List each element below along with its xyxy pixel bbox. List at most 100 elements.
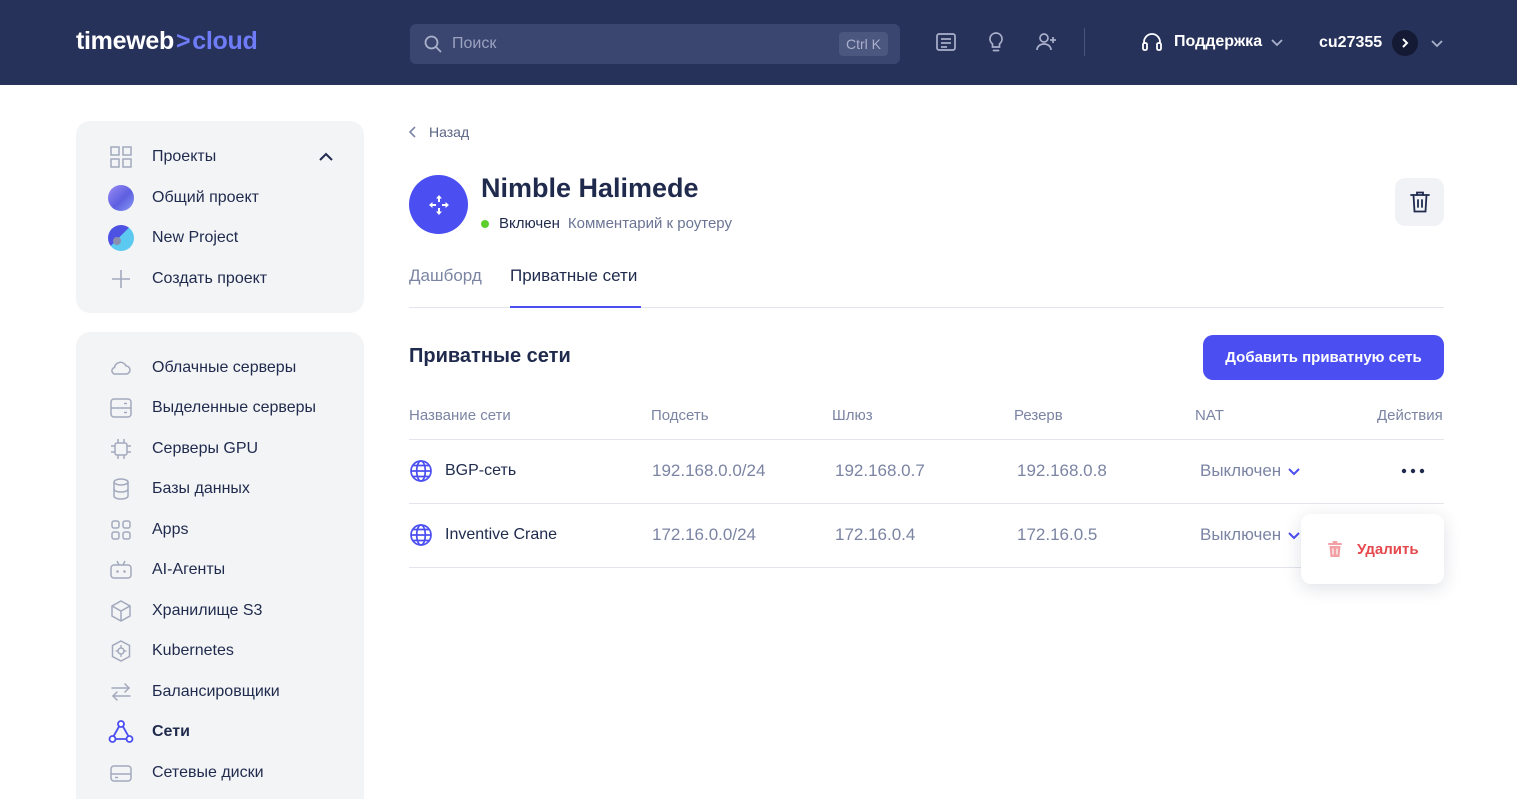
more-dots-icon — [1401, 468, 1425, 474]
sidebar-item-label: Apps — [152, 521, 189, 538]
sidebar-item-label: Балансировщики — [152, 683, 280, 700]
sidebar-item-network-disks[interactable]: Сетевые диски — [108, 760, 264, 786]
news-icon[interactable] — [934, 30, 958, 54]
column-header: Шлюз — [832, 407, 873, 424]
cube-icon — [108, 598, 134, 624]
apps-icon — [108, 517, 134, 543]
lightbulb-icon[interactable] — [984, 30, 1008, 54]
network-name[interactable]: BGP-сеть — [409, 459, 516, 483]
account-arrow-icon — [1392, 30, 1419, 56]
plus-icon — [108, 266, 134, 292]
user-menu[interactable]: cu27355 — [1319, 30, 1444, 56]
sidebar-item-label: Создать проект — [152, 270, 268, 287]
network-name[interactable]: Inventive Crane — [409, 523, 557, 547]
delete-router-button[interactable] — [1395, 178, 1444, 226]
back-label: Назад — [429, 124, 470, 140]
tab-private-networks[interactable]: Приватные сети — [510, 266, 637, 286]
sidebar-item-cloud-servers[interactable]: Облачные серверы — [108, 355, 296, 381]
chevron-down-icon — [1288, 532, 1300, 540]
chip-icon — [108, 436, 134, 462]
sidebar-item-networks[interactable]: Сети — [108, 719, 190, 745]
row-divider — [409, 503, 1444, 504]
sidebar-item-kubernetes[interactable]: Kubernetes — [108, 638, 234, 664]
sidebar-item-databases[interactable]: Базы данных — [108, 476, 250, 502]
cloud-icon — [108, 355, 134, 381]
logo[interactable]: timeweb > cloud — [76, 27, 258, 56]
create-project-button[interactable]: Создать проект — [108, 266, 267, 292]
more-actions-button[interactable] — [1398, 461, 1428, 481]
router-avatar — [409, 175, 468, 234]
robot-icon — [108, 557, 134, 583]
disk-icon — [108, 760, 134, 786]
chevron-left-icon — [409, 126, 416, 138]
sidebar-item-project[interactable]: New Project — [108, 225, 238, 251]
sidebar-item-apps[interactable]: Apps — [108, 517, 188, 543]
project-avatar — [108, 225, 134, 251]
search-input[interactable] — [452, 32, 832, 56]
support-label: Поддержка — [1174, 33, 1263, 50]
chevron-down-icon — [1431, 40, 1443, 48]
sidebar-item-ai-agents[interactable]: AI-Агенты — [108, 557, 225, 583]
header-divider — [1084, 28, 1085, 56]
column-header: Подсеть — [651, 407, 709, 424]
services-panel: Облачные серверы Выделенные серверы Серв… — [76, 332, 364, 799]
project-avatar — [108, 185, 134, 211]
column-header: Название сети — [409, 407, 511, 424]
gateway-cell: 192.168.0.7 — [835, 461, 925, 480]
add-private-network-button[interactable]: Добавить приватную сеть — [1203, 335, 1444, 380]
page-title: Nimble Halimede — [481, 173, 699, 203]
globe-icon — [410, 460, 432, 482]
sidebar-item-balancers[interactable]: Балансировщики — [108, 679, 280, 705]
sidebar-item-project[interactable]: Общий проект — [108, 185, 259, 211]
user-label: cu27355 — [1319, 34, 1383, 51]
section-title: Приватные сети — [409, 345, 571, 367]
router-status: Включен Комментарий к роутеру — [481, 215, 732, 232]
column-header: Действия — [1377, 407, 1443, 424]
logo-text-cloud: cloud — [192, 27, 258, 55]
projects-title: Проекты — [152, 148, 217, 165]
globe-icon — [410, 524, 432, 546]
headset-icon — [1142, 33, 1162, 51]
chevron-up-icon[interactable] — [316, 147, 336, 167]
add-user-icon[interactable] — [1034, 30, 1058, 54]
sidebar-item-label: Kubernetes — [152, 642, 234, 659]
kubernetes-icon — [108, 638, 134, 664]
projects-panel: Проекты Общий проект New Project Создать… — [76, 121, 364, 313]
chevron-down-icon — [1288, 468, 1300, 476]
logo-text: timeweb — [76, 27, 174, 55]
sidebar-item-label: Хранилище S3 — [152, 602, 263, 619]
sidebar-item-label: Сети — [152, 723, 190, 740]
chevron-down-icon — [1271, 39, 1283, 47]
status-label: Включен — [499, 215, 560, 232]
sidebar-item-dedicated-servers[interactable]: Выделенные серверы — [108, 395, 316, 421]
search-bar[interactable]: Ctrl K — [410, 24, 900, 64]
row-divider — [409, 567, 1444, 568]
back-link[interactable]: Назад — [409, 124, 469, 140]
search-shortcut-badge: Ctrl K — [839, 32, 888, 56]
logo-separator: > — [175, 27, 191, 55]
balancer-icon — [108, 679, 134, 705]
nat-dropdown[interactable]: Выключен — [1200, 461, 1301, 481]
nat-value: Выключен — [1200, 461, 1282, 480]
subnet-cell: 172.16.0.0/24 — [652, 525, 756, 544]
gateway-cell: 172.16.0.4 — [835, 525, 916, 544]
tab-bar: Дашборд Приватные сети — [409, 262, 1444, 308]
sidebar-item-label: Базы данных — [152, 480, 250, 497]
sidebar-item-label: Выделенные серверы — [152, 399, 317, 416]
network-icon — [108, 719, 134, 745]
column-header: Резерв — [1014, 407, 1063, 424]
sidebar-item-label: Общий проект — [152, 189, 259, 206]
reserve-cell: 192.168.0.8 — [1017, 461, 1107, 480]
delete-menu-item[interactable]: Удалить — [1327, 540, 1419, 558]
projects-header[interactable]: Проекты — [108, 144, 216, 170]
sidebar-item-gpu-servers[interactable]: Серверы GPU — [108, 436, 258, 462]
actions-menu: Удалить — [1301, 514, 1444, 584]
sidebar-item-label: Облачные серверы — [152, 359, 297, 376]
nat-dropdown[interactable]: Выключен — [1200, 525, 1301, 545]
sidebar-item-s3-storage[interactable]: Хранилище S3 — [108, 598, 262, 624]
trash-icon — [1409, 191, 1430, 213]
router-comment[interactable]: Комментарий к роутеру — [568, 215, 732, 232]
tab-dashboard[interactable]: Дашборд — [409, 266, 482, 286]
support-menu[interactable]: Поддержка — [1140, 30, 1294, 54]
sidebar-item-label: AI-Агенты — [152, 561, 226, 578]
